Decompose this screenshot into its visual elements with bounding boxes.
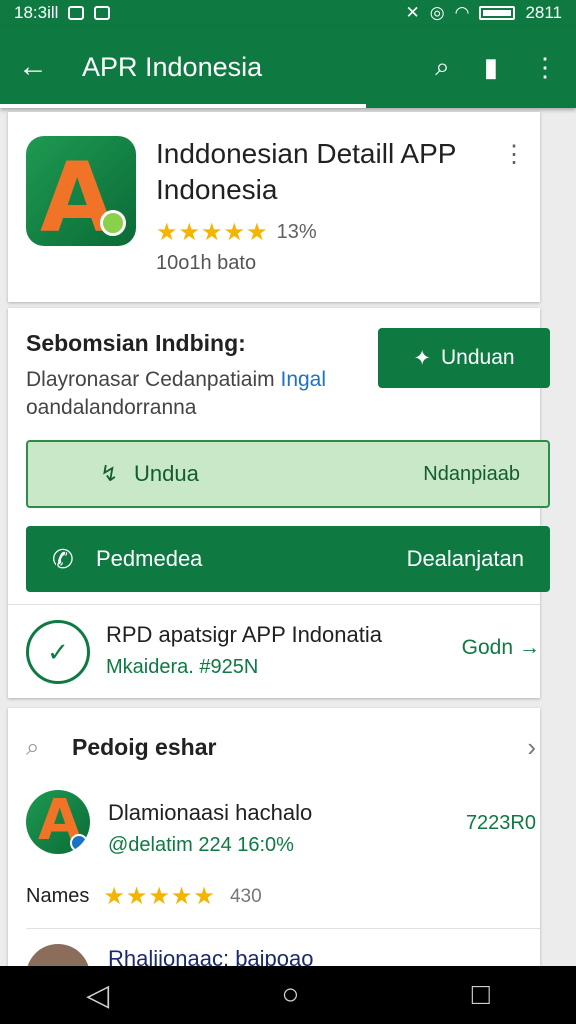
- info-row[interactable]: ✓ RPD apatsigr APP Indonatia Mkaidera. #…: [8, 608, 540, 694]
- call-button[interactable]: ✆ Pedmedea Dealanjatan: [26, 526, 550, 592]
- divider: [26, 928, 540, 929]
- app-bar: ← APR Indonesia ⌕ ▮ ⋮: [0, 26, 576, 108]
- description-tail: oandalandorranna: [26, 396, 197, 419]
- check-circle-icon: ✓: [26, 620, 90, 684]
- arrow-right-icon: →: [519, 636, 540, 659]
- item-subtitle: @delatim 224 16:0%: [108, 834, 294, 856]
- app-name: Inddonesian Detaill APP Indonesia: [156, 138, 456, 205]
- names-value: 430: [229, 885, 262, 907]
- rating-stars: ★★★★★: [156, 219, 269, 246]
- install-label: Undua: [134, 461, 199, 486]
- wifi-icon: ◠: [454, 3, 470, 22]
- item-logo: A: [26, 790, 90, 854]
- search-header-title: Pedoig eshar: [72, 734, 217, 760]
- download-icon: ✦: [413, 346, 432, 370]
- download-label: Unduan: [441, 346, 515, 369]
- call-label: Pedmedea: [96, 546, 203, 571]
- status-time-left: 18:3ill: [14, 3, 59, 22]
- app-header-card: A Inddonesian Detaill APP Indonesia ⋮ ★★…: [8, 112, 540, 302]
- nav-home-icon[interactable]: ○: [281, 978, 299, 1012]
- actions-card: Sebomsian Indbing: Dlayronasar Cedanpati…: [8, 308, 550, 698]
- battery-icon: [479, 6, 516, 20]
- install-right-text: Ndanpiaab: [423, 462, 520, 485]
- verified-icon: [70, 834, 88, 852]
- item-value: 7223R0: [465, 812, 536, 834]
- system-nav-bar: ◁ ○ □: [0, 966, 576, 1024]
- notification-icon-2: [94, 6, 111, 20]
- chevron-right-icon[interactable]: ›: [527, 732, 536, 763]
- divider: [8, 604, 540, 605]
- download-button[interactable]: ✦ Unduan: [378, 328, 550, 388]
- status-time-right: 2811: [525, 3, 562, 22]
- list-item[interactable]: A Dlamionaasi hachalo @delatim 224 16:0%…: [26, 786, 536, 866]
- section-title: Sebomsian Indbing:: [26, 330, 246, 356]
- rating-value: 13%: [276, 221, 317, 243]
- description-link[interactable]: Ingal: [280, 368, 326, 391]
- names-stars: ★★★★★: [103, 883, 216, 910]
- nav-recents-icon[interactable]: □: [472, 978, 490, 1012]
- more-vert-icon[interactable]: ⋮: [532, 52, 558, 83]
- search-header[interactable]: ⌕ Pedoig eshar ›: [26, 732, 536, 763]
- alarm-icon: ◎: [429, 3, 445, 22]
- app-subtitle: 10o1h bato: [156, 252, 257, 274]
- info-row-action-label: Godn: [461, 636, 513, 659]
- bookmark-icon[interactable]: ▮: [484, 52, 498, 83]
- app-logo[interactable]: A: [26, 136, 136, 246]
- call-right-text: Dealanjatan: [406, 546, 524, 571]
- tab-indicator: [0, 104, 366, 108]
- nav-back-icon[interactable]: ◁: [86, 978, 109, 1013]
- back-arrow-icon[interactable]: ←: [18, 50, 54, 84]
- install-button[interactable]: ↯ Undua Ndanpiaab: [26, 440, 550, 508]
- info-row-action[interactable]: Godn →: [462, 636, 540, 660]
- item-title: Dlamionaasi hachalo: [108, 800, 313, 825]
- phone-icon: ✆: [52, 543, 74, 574]
- status-bar: 18:3ill ✕ ◎ ◠ 2811: [0, 0, 576, 26]
- notification-icon: [68, 6, 85, 20]
- play-badge-icon: [100, 210, 126, 236]
- names-rating-row: Names ★★★★★ 430: [26, 882, 262, 911]
- description-text: Dlayronasar Cedanpatiaim: [26, 368, 275, 391]
- install-icon: ↯: [100, 461, 119, 486]
- search-results-card: ⌕ Pedoig eshar › A Dlamionaasi hachalo @…: [8, 708, 540, 970]
- names-label: Names: [26, 885, 90, 907]
- search-icon: ⌕: [26, 733, 40, 761]
- info-row-subtitle: Mkaidera. #925Ν: [106, 656, 259, 678]
- section-description: Dlayronasar Cedanpatiaim Ingal oandaland…: [26, 366, 366, 422]
- info-row-title: RPD apatsigr APP Indonatia: [106, 622, 382, 647]
- app-rating: ★★★★★ 13%: [156, 218, 317, 247]
- card-more-icon[interactable]: ⋮: [502, 140, 526, 169]
- page-title: APR Indonesia: [82, 51, 263, 82]
- search-icon[interactable]: ⌕: [435, 51, 450, 83]
- mute-icon: ✕: [405, 3, 420, 22]
